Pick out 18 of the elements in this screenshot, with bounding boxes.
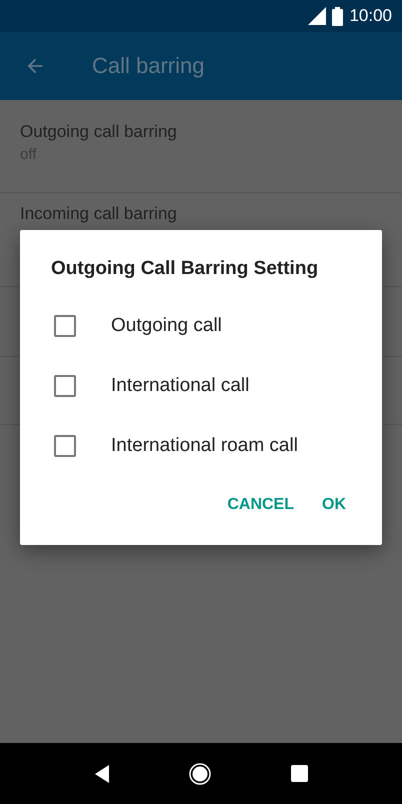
checkbox[interactable] — [54, 435, 76, 457]
option-label[interactable]: International call — [111, 375, 250, 397]
option-label[interactable]: International roam call — [111, 435, 298, 457]
recents-icon[interactable] — [290, 765, 308, 782]
checkbox[interactable] — [54, 375, 76, 397]
cancel-button[interactable]: CANCEL — [217, 488, 304, 522]
back-icon[interactable] — [94, 764, 108, 782]
clock-time: 10:00 — [349, 6, 392, 26]
checkbox[interactable] — [54, 315, 76, 337]
setting-title[interactable]: Incoming call barring — [20, 204, 382, 224]
battery-icon — [332, 6, 344, 26]
dialog-title: Outgoing Call Barring Setting — [51, 258, 320, 280]
screen-title: Call barring — [92, 53, 204, 79]
signal-icon — [308, 7, 326, 25]
ok-button[interactable]: OK — [312, 488, 356, 522]
option-label[interactable]: Outgoing call — [111, 315, 222, 337]
setting-title[interactable]: Outgoing call barring — [20, 122, 382, 142]
home-icon[interactable] — [188, 762, 210, 784]
